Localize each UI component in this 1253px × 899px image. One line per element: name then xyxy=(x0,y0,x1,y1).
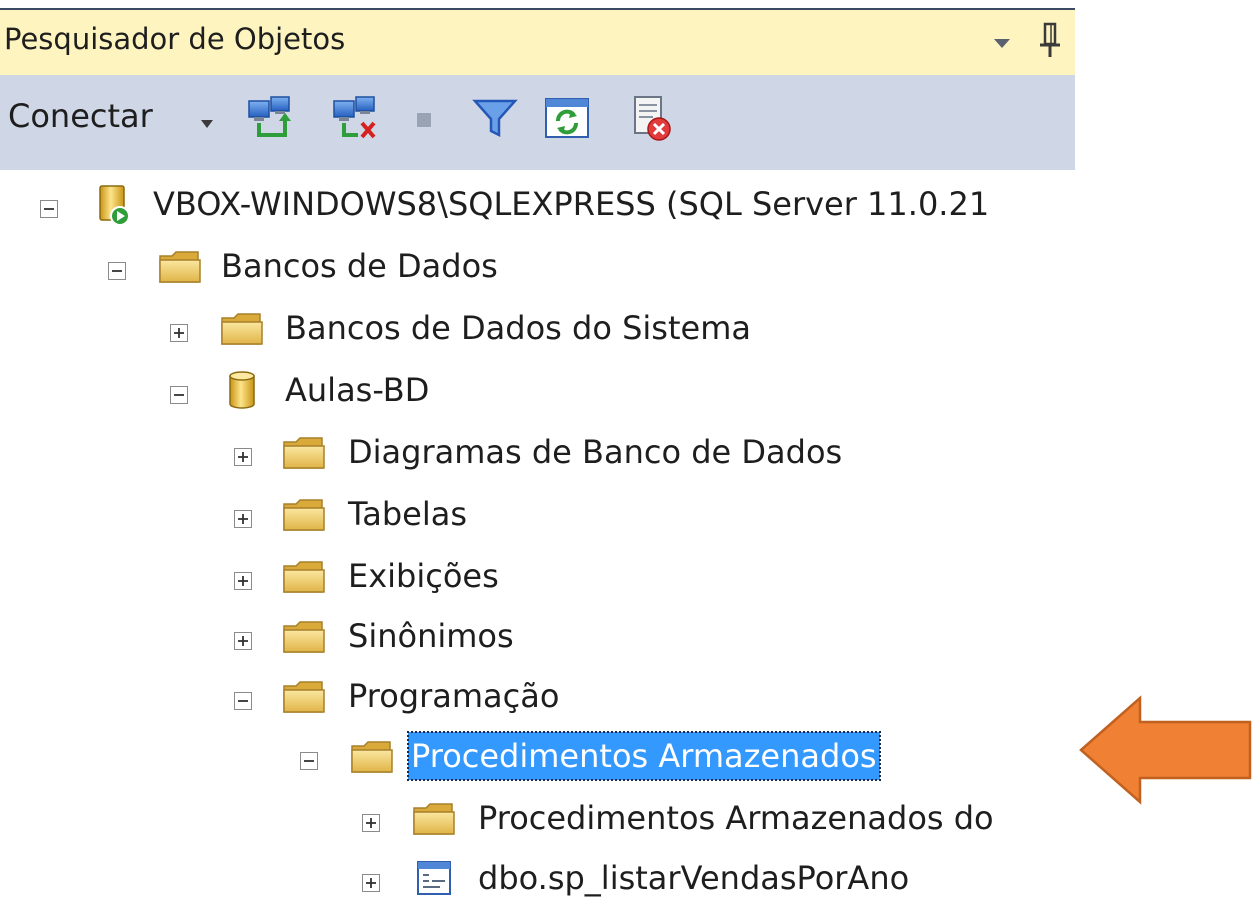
expand-icon[interactable] xyxy=(362,814,380,832)
server-icon xyxy=(99,185,130,226)
pin-icon[interactable] xyxy=(1036,20,1066,60)
expand-icon[interactable] xyxy=(234,510,252,528)
tree-node-label: VBOX-WINDOWS8\SQLEXPRESS (SQL Server 11.… xyxy=(153,185,990,223)
tree-node-label: Aulas-BD xyxy=(285,371,430,409)
collapse-icon[interactable] xyxy=(170,386,188,404)
stop-icon[interactable] xyxy=(400,93,450,143)
stop-activity-icon[interactable] xyxy=(625,93,675,143)
collapse-icon[interactable] xyxy=(300,752,318,770)
collapse-icon[interactable] xyxy=(108,262,126,280)
tree-node-label: Tabelas xyxy=(348,495,468,533)
panel-title: Pesquisador de Objetos xyxy=(4,22,346,56)
tree-node-label: Bancos de Dados do Sistema xyxy=(285,309,751,347)
stored-procedure-icon xyxy=(417,861,451,895)
folder-icon xyxy=(283,681,325,713)
folder-icon xyxy=(221,313,263,345)
expand-icon[interactable] xyxy=(234,572,252,590)
disconnect-icon[interactable] xyxy=(330,93,380,143)
folder-icon xyxy=(283,621,325,653)
tree-node-label: Exibições xyxy=(348,557,499,595)
folder-icon xyxy=(159,251,201,283)
tree-node-label: Sinônimos xyxy=(348,617,514,655)
pointer-arrow-icon xyxy=(1079,695,1252,805)
object-tree: VBOX-WINDOWS8\SQLEXPRESS (SQL Server 11.… xyxy=(0,170,1075,899)
panel-titlebar: Pesquisador de Objetos xyxy=(0,8,1075,75)
folder-icon xyxy=(351,741,393,773)
collapse-icon[interactable] xyxy=(40,200,58,218)
object-explorer-panel: Pesquisador de Objetos Conectar VBOX-WIN… xyxy=(0,0,1075,899)
filter-icon[interactable] xyxy=(470,93,520,143)
tree-node-label: Procedimentos Armazenados do xyxy=(478,799,994,837)
refresh-icon[interactable] xyxy=(542,93,592,143)
tree-node-label-selected: Procedimentos Armazenados xyxy=(407,731,881,781)
collapse-icon[interactable] xyxy=(234,692,252,710)
tree-node-label: Diagramas de Banco de Dados xyxy=(348,433,843,471)
folder-icon xyxy=(283,561,325,593)
dropdown-icon[interactable] xyxy=(987,28,1017,58)
folder-icon xyxy=(283,437,325,469)
tree-node-label: Bancos de Dados xyxy=(221,247,498,285)
expand-icon[interactable] xyxy=(362,874,380,892)
tree-node-label: Programação xyxy=(348,677,560,715)
expand-icon[interactable] xyxy=(170,324,188,342)
toolbar: Conectar xyxy=(0,75,1075,170)
folder-icon xyxy=(283,499,325,531)
folder-icon xyxy=(413,803,455,835)
tree-node-label: dbo.sp_listarVendasPorAno xyxy=(478,859,910,897)
connect-button[interactable]: Conectar xyxy=(8,97,153,135)
database-icon xyxy=(229,371,255,409)
expand-icon[interactable] xyxy=(234,632,252,650)
connect-object-explorer-icon[interactable] xyxy=(245,93,295,143)
expand-icon[interactable] xyxy=(234,448,252,466)
chevron-down-icon[interactable] xyxy=(200,119,214,129)
